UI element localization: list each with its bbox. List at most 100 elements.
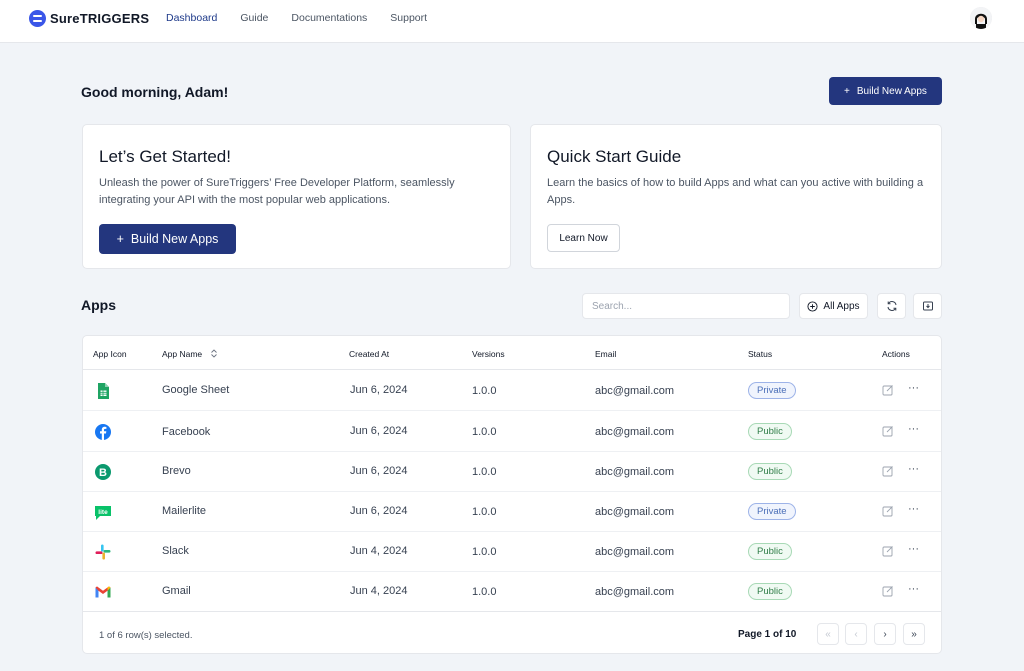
table-footer: 1 of 6 row(s) selected. Page 1 of 10 « ‹… — [83, 613, 941, 653]
all-apps-filter-button[interactable]: All Apps — [799, 293, 868, 319]
email: abc@gmail.com — [595, 426, 675, 438]
table-row[interactable]: Google Sheet Jun 6, 2024 1.0.0 abc@gmail… — [83, 371, 941, 411]
greeting-title: Good morning, Adam! — [81, 84, 229, 100]
user-avatar[interactable] — [970, 7, 992, 29]
column-app-name[interactable]: App Name — [162, 349, 218, 359]
email: abc@gmail.com — [595, 385, 675, 397]
facebook-icon — [95, 424, 111, 440]
created-at: Jun 4, 2024 — [350, 585, 408, 597]
created-at: Jun 4, 2024 — [350, 545, 408, 557]
table-row[interactable]: Facebook Jun 6, 2024 1.0.0 abc@gmail.com… — [83, 412, 941, 452]
more-options-icon[interactable]: ··· — [908, 543, 919, 555]
nav-item-guide[interactable]: Guide — [240, 12, 268, 24]
app-name: Facebook — [162, 426, 211, 438]
apps-table: App Icon App Name Created At Versions Em… — [82, 335, 942, 654]
email: abc@gmail.com — [595, 466, 675, 478]
brevo-icon: B — [95, 464, 111, 480]
more-options-icon[interactable]: ··· — [908, 423, 919, 435]
version: 1.0.0 — [472, 426, 497, 438]
brand-logo[interactable]: SureTRIGGERS — [29, 9, 149, 27]
quick-start-title: Quick Start Guide — [547, 147, 682, 166]
status-badge: Private — [748, 503, 796, 520]
created-at: Jun 6, 2024 — [350, 465, 408, 477]
mailerlite-icon: lite — [95, 506, 111, 520]
download-icon — [922, 301, 933, 311]
page-indicator: Page 1 of 10 — [738, 629, 797, 640]
quick-start-card: Quick Start Guide Learn the basics of ho… — [530, 124, 942, 269]
google-sheets-icon — [98, 383, 109, 399]
top-navigation-bar: SureTRIGGERS Dashboard Guide Documentati… — [0, 0, 1024, 43]
edit-icon[interactable] — [882, 545, 894, 557]
email: abc@gmail.com — [595, 506, 675, 518]
first-page-button[interactable]: « — [817, 623, 839, 645]
version: 1.0.0 — [472, 586, 497, 598]
edit-icon[interactable] — [882, 384, 894, 396]
version: 1.0.0 — [472, 506, 497, 518]
app-name: Brevo — [162, 465, 191, 477]
main-nav: Dashboard Guide Documentations Support — [166, 12, 450, 24]
avatar-icon — [970, 7, 992, 29]
plus-icon: + — [844, 85, 850, 97]
get-started-description: Unleash the power of SureTriggers’ Free … — [99, 177, 455, 206]
quick-start-description: Learn the basics of how to build Apps an… — [547, 177, 924, 206]
suretriggers-logo-icon — [29, 9, 46, 27]
card-build-new-apps-label: Build New Apps — [130, 232, 219, 246]
more-options-icon[interactable]: ··· — [908, 583, 919, 595]
build-new-apps-button[interactable]: + Build New Apps — [829, 77, 942, 105]
column-actions: Actions — [882, 349, 910, 359]
edit-icon[interactable] — [882, 425, 894, 437]
app-name: Google Sheet — [162, 384, 230, 396]
brand-name: SureTRIGGERS — [50, 10, 150, 26]
table-row[interactable]: lite Mailerlite Jun 6, 2024 1.0.0 abc@gm… — [83, 492, 941, 532]
nav-item-dashboard[interactable]: Dashboard — [166, 12, 217, 24]
refresh-icon — [887, 301, 896, 311]
table-row[interactable]: B Brevo Jun 6, 2024 1.0.0 abc@gmail.com … — [83, 452, 941, 492]
table-row[interactable]: Gmail Jun 4, 2024 1.0.0 abc@gmail.com Pu… — [83, 572, 941, 612]
get-started-title: Let’s Get Started! — [99, 147, 231, 166]
last-page-button[interactable]: » — [903, 623, 925, 645]
refresh-button[interactable] — [877, 293, 906, 319]
sort-icon — [210, 349, 217, 358]
created-at: Jun 6, 2024 — [350, 384, 408, 396]
column-created-at: Created At — [349, 349, 390, 359]
search-input[interactable] — [582, 293, 790, 319]
edit-icon[interactable] — [882, 465, 894, 477]
more-options-icon[interactable]: ··· — [908, 463, 919, 475]
learn-now-button[interactable]: Learn Now — [547, 224, 620, 252]
next-page-button[interactable]: › — [874, 623, 896, 645]
get-started-card: Let’s Get Started! Unleash the power of … — [82, 124, 511, 269]
nav-item-documentations[interactable]: Documentations — [291, 12, 367, 24]
table-header: App Icon App Name Created At Versions Em… — [83, 336, 941, 370]
column-versions: Versions — [472, 349, 505, 359]
created-at: Jun 6, 2024 — [350, 425, 408, 437]
table-row[interactable]: Slack Jun 4, 2024 1.0.0 abc@gmail.com Pu… — [83, 532, 941, 572]
more-options-icon[interactable]: ··· — [908, 382, 919, 394]
version: 1.0.0 — [472, 385, 497, 397]
gmail-icon — [95, 586, 111, 598]
version: 1.0.0 — [472, 466, 497, 478]
app-name: Mailerlite — [162, 505, 207, 517]
status-badge: Public — [748, 543, 792, 560]
status-badge: Public — [748, 463, 792, 480]
previous-page-button[interactable]: ‹ — [845, 623, 867, 645]
download-button[interactable] — [913, 293, 942, 319]
edit-icon[interactable] — [882, 505, 894, 517]
email: abc@gmail.com — [595, 586, 675, 598]
app-name: Slack — [162, 545, 189, 557]
svg-text:lite: lite — [98, 509, 108, 516]
app-name: Gmail — [162, 585, 191, 597]
email: abc@gmail.com — [595, 546, 675, 558]
card-build-new-apps-button[interactable]: + Build New Apps — [99, 224, 236, 254]
status-badge: Private — [748, 382, 796, 399]
created-at: Jun 6, 2024 — [350, 505, 408, 517]
edit-icon[interactable] — [882, 585, 894, 597]
all-apps-label: All Apps — [823, 300, 860, 312]
build-new-apps-label: Build New Apps — [856, 85, 927, 97]
more-options-icon[interactable]: ··· — [908, 503, 919, 515]
nav-item-support[interactable]: Support — [390, 12, 427, 24]
status-badge: Public — [748, 583, 792, 600]
column-status: Status — [748, 349, 773, 359]
version: 1.0.0 — [472, 546, 497, 558]
status-badge: Public — [748, 423, 792, 440]
rows-selected-count: 1 of 6 row(s) selected. — [99, 630, 193, 641]
